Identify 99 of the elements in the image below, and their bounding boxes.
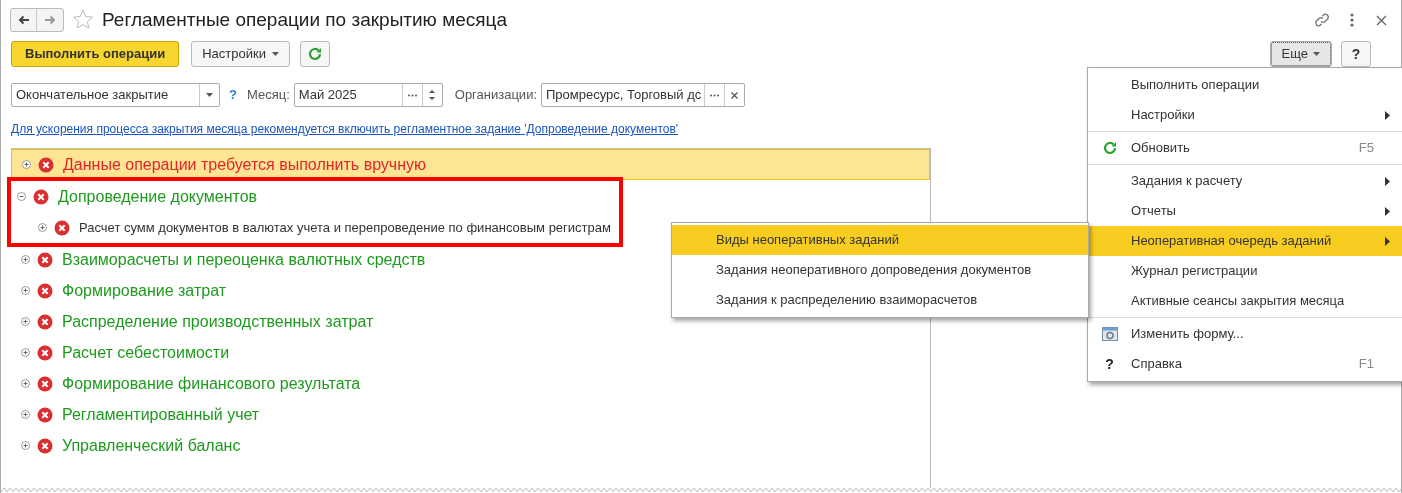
clear-icon[interactable] bbox=[731, 91, 738, 99]
form-settings-icon bbox=[1101, 327, 1118, 341]
expand-icon[interactable] bbox=[21, 348, 30, 357]
close-icon[interactable] bbox=[1376, 14, 1387, 26]
row-label: Расчет себестоимости bbox=[62, 342, 230, 363]
spin-down-icon[interactable] bbox=[429, 97, 436, 100]
expand-icon[interactable] bbox=[22, 160, 31, 169]
submenu-arrow-icon bbox=[1385, 206, 1390, 216]
tree-row[interactable]: Данные операции требуется выполнить вручную bbox=[11, 149, 930, 180]
menu-item-label: Неоперативная очередь заданий bbox=[1131, 232, 1333, 251]
menu-item[interactable]: Обновить F5 bbox=[1088, 133, 1402, 163]
error-icon bbox=[37, 406, 53, 423]
expand-icon[interactable] bbox=[21, 410, 30, 419]
month-label: Месяц: bbox=[246, 86, 290, 105]
row-label: Управленческий баланс bbox=[62, 435, 241, 456]
menu-item-label: Изменить форму... bbox=[1131, 325, 1245, 344]
submenu-arrow-icon bbox=[1385, 110, 1390, 120]
row-label: Допроведение документов bbox=[58, 186, 258, 207]
shortcut-label: F5 bbox=[1358, 139, 1374, 158]
shortcut-label: F1 bbox=[1358, 355, 1374, 374]
submenu-arrow-icon bbox=[1385, 236, 1390, 246]
tree-row[interactable]: Расчет себестоимости bbox=[11, 337, 930, 368]
error-icon bbox=[37, 313, 53, 330]
tree-row[interactable]: Формирование финансового результата bbox=[11, 368, 930, 399]
refresh-icon bbox=[307, 47, 322, 61]
row-label: Формирование финансового результата bbox=[62, 373, 361, 394]
help-button[interactable]: ? bbox=[1341, 41, 1371, 67]
execute-button[interactable]: Выполнить операции bbox=[11, 41, 180, 67]
error-icon bbox=[33, 188, 49, 205]
ellipsis-icon[interactable] bbox=[407, 93, 417, 97]
dropdown-icon[interactable] bbox=[206, 93, 213, 97]
expand-icon[interactable] bbox=[21, 441, 30, 450]
error-icon bbox=[38, 156, 54, 173]
tree-row[interactable]: Регламентированный учет bbox=[11, 399, 930, 430]
menu-item[interactable]: Изменить форму... bbox=[1088, 319, 1402, 349]
menu-item[interactable]: ? Справка F1 bbox=[1088, 349, 1402, 379]
more-button[interactable]: Еще bbox=[1270, 42, 1331, 66]
menu-item-label: Отчеты bbox=[1131, 202, 1177, 221]
menu-item-label: Настройки bbox=[1131, 106, 1196, 125]
menu-item-label: Журнал регистрации bbox=[1131, 262, 1259, 281]
submenu-arrow-icon bbox=[1385, 176, 1390, 186]
row-label: Взаиморасчеты и переоценка валютных средств bbox=[62, 249, 426, 270]
menu-item[interactable]: Активные сеансы закрытия месяца bbox=[1088, 286, 1402, 316]
refresh-icon bbox=[1102, 141, 1117, 155]
menu-item-label: Обновить bbox=[1131, 139, 1191, 158]
menu-item-label: Активные сеансы закрытия месяца bbox=[1131, 292, 1346, 311]
month-field[interactable]: Май 2025 bbox=[293, 83, 443, 107]
organizations-value: Промресурс, Торговый дс bbox=[545, 86, 703, 104]
menu-item[interactable]: Задания к расчету bbox=[1088, 166, 1402, 196]
row-label: Расчет сумм документов в валютах учета и перепроведение по финансовым регистрам bbox=[79, 218, 611, 237]
help-mark: ? bbox=[1105, 354, 1114, 374]
spin-up-icon[interactable] bbox=[429, 90, 436, 93]
expand-icon[interactable] bbox=[21, 255, 30, 264]
row-label: Распределение производственных затрат bbox=[62, 311, 374, 332]
organizations-field[interactable]: Промресурс, Торговый дс bbox=[541, 83, 745, 107]
error-icon bbox=[37, 437, 53, 454]
expand-icon[interactable] bbox=[38, 223, 47, 232]
error-icon bbox=[37, 251, 53, 268]
expand-icon[interactable] bbox=[21, 317, 30, 326]
more-options-icon[interactable] bbox=[1350, 13, 1354, 27]
error-icon bbox=[37, 375, 53, 392]
star-icon[interactable] bbox=[72, 9, 94, 31]
menu-item-label: Выполнить операции bbox=[1131, 76, 1261, 95]
organizations-label: Организации: bbox=[454, 86, 537, 105]
error-icon bbox=[37, 344, 53, 361]
menu-item[interactable]: Выполнить операции bbox=[1088, 70, 1402, 100]
row-label: Регламентированный учет bbox=[62, 404, 260, 425]
menu-item[interactable]: Задания неоперативного допроведения документов bbox=[672, 255, 1088, 285]
refresh-button[interactable] bbox=[299, 41, 330, 67]
back-arrow-icon bbox=[17, 15, 30, 25]
menu-item[interactable]: Виды неоперативных заданий bbox=[672, 225, 1088, 255]
settings-button[interactable]: Настройки bbox=[191, 41, 290, 67]
menu-item[interactable]: Неоперативная очередь заданий bbox=[1088, 226, 1402, 256]
tree-row[interactable]: Управленческий баланс bbox=[11, 430, 930, 461]
menu-item-label: Справка bbox=[1131, 355, 1183, 374]
menu-item-label: Задания к расчету bbox=[1131, 172, 1244, 191]
row-label: Данные операции требуется выполнить вручную bbox=[63, 154, 426, 175]
error-icon bbox=[37, 282, 53, 299]
forward-arrow-icon bbox=[44, 15, 56, 25]
caret-icon bbox=[1313, 52, 1320, 56]
collapse-icon[interactable] bbox=[17, 192, 26, 201]
tree-row[interactable]: Расчет сумм документов в валютах учета и перепроведение по финансовым регистрам bbox=[11, 212, 619, 243]
expand-icon[interactable] bbox=[21, 379, 30, 388]
link-icon[interactable] bbox=[1314, 12, 1330, 28]
menu-item[interactable]: Отчеты bbox=[1088, 196, 1402, 226]
month-value: Май 2025 bbox=[297, 86, 358, 104]
tree-row[interactable]: Допроведение документов bbox=[11, 181, 619, 212]
notice-link[interactable]: Для ускорения процесса закрытия месяца рекомендуется включить регламентное задание 'Допроведение документов' bbox=[11, 120, 679, 138]
error-icon bbox=[54, 219, 70, 236]
ellipsis-icon[interactable] bbox=[710, 93, 719, 97]
menu-item[interactable]: Журнал регистрации bbox=[1088, 256, 1402, 286]
caret-icon bbox=[271, 52, 279, 56]
expand-icon[interactable] bbox=[21, 286, 30, 295]
mode-value: Окончательное закрытие bbox=[15, 86, 170, 104]
mode-field[interactable]: Окончательное закрытие bbox=[11, 83, 220, 107]
row-label: Формирование затрат bbox=[62, 280, 226, 301]
menu-item[interactable]: Настройки bbox=[1088, 100, 1402, 130]
help-link[interactable]: ? bbox=[229, 85, 237, 105]
window-title: Регламентные операции по закрытию месяца bbox=[102, 7, 507, 32]
